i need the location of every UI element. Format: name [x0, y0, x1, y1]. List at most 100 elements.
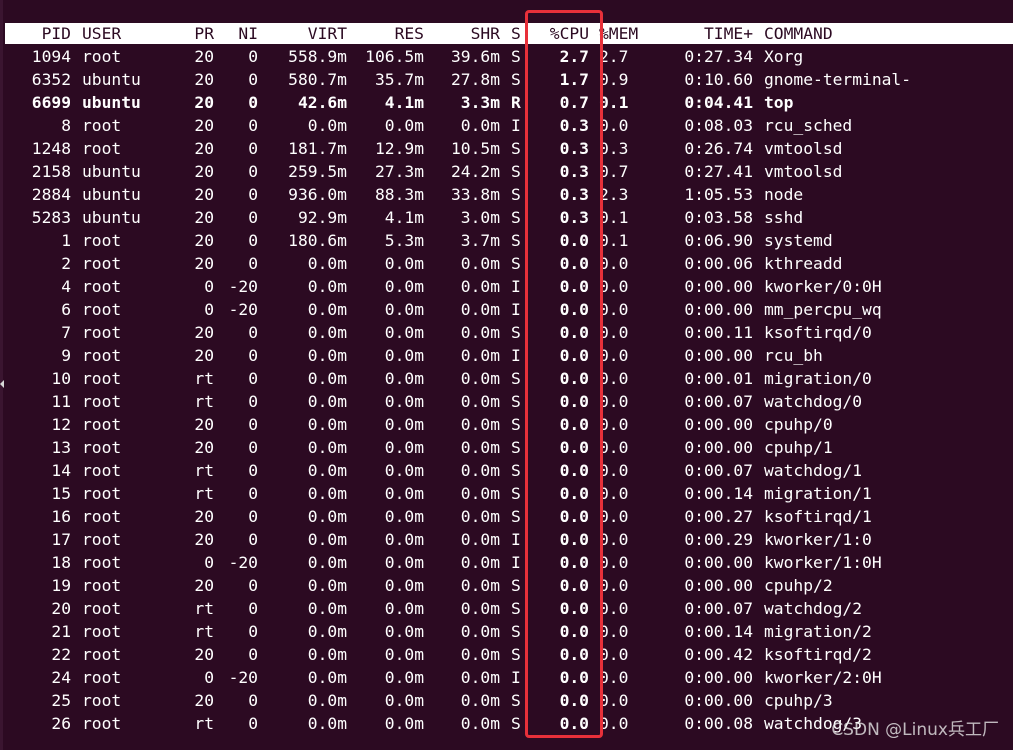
process-pid: 16: [51, 507, 71, 526]
process-mem: 0.0: [599, 484, 629, 503]
process-row: 17 root 20 0 0.0m 0.0m 0.0m I 0.0 0.0 0:00.29 kwork…: [5, 528, 1013, 551]
process-virt: 0.0m: [307, 415, 347, 434]
process-nice: 0: [248, 116, 258, 135]
process-res: 0.0m: [384, 415, 424, 434]
process-virt: 580.7m: [288, 70, 347, 89]
process-shr: 27.8m: [450, 70, 500, 89]
process-nice: 0: [248, 369, 258, 388]
process-res: 0.0m: [384, 507, 424, 526]
process-user: root: [82, 116, 122, 135]
process-user: root: [82, 645, 122, 664]
process-cpu: 0.3: [559, 208, 589, 227]
process-res: 0.0m: [384, 369, 424, 388]
process-pid: 2884: [31, 185, 71, 204]
process-time: 0:00.00: [684, 668, 753, 687]
process-priority: 20: [194, 185, 214, 204]
process-virt: 0.0m: [307, 714, 347, 733]
process-shr: 0.0m: [460, 415, 500, 434]
process-row: 16 root 20 0 0.0m 0.0m 0.0m S 0.0 0.0 0:00.27 ksoft…: [5, 505, 1013, 528]
process-pid: 15: [51, 484, 71, 503]
process-priority: rt: [194, 714, 214, 733]
process-nice: 0: [248, 645, 258, 664]
process-shr: 0.0m: [460, 714, 500, 733]
process-pid: 7: [61, 323, 71, 342]
process-row: 15 root rt 0 0.0m 0.0m 0.0m S 0.0 0.0 0:00.14 migra…: [5, 482, 1013, 505]
process-user: ubuntu: [82, 208, 141, 227]
process-shr: 0.0m: [460, 691, 500, 710]
process-priority: rt: [194, 622, 214, 641]
process-res: 0.0m: [384, 300, 424, 319]
process-row: 13 root 20 0 0.0m 0.0m 0.0m S 0.0 0.0 0:00.00 cpuhp…: [5, 436, 1013, 459]
process-command: node: [764, 185, 804, 204]
process-nice: 0: [248, 162, 258, 181]
process-res: 0.0m: [384, 461, 424, 480]
process-table-header: PID USER PR NI VIRT RES SHR S %CPU %MEM …: [5, 23, 1013, 44]
process-time: 0:00.42: [684, 645, 753, 664]
process-command: vmtoolsd: [764, 139, 843, 158]
process-cpu: 0.0: [559, 599, 589, 618]
process-state: S: [511, 438, 521, 457]
process-command: top: [764, 93, 794, 112]
process-time: 0:00.07: [684, 392, 753, 411]
process-shr: 33.8m: [450, 185, 500, 204]
process-virt: 0.0m: [307, 691, 347, 710]
process-time: 0:00.29: [684, 530, 753, 549]
process-user: root: [82, 622, 122, 641]
process-row: 11 root rt 0 0.0m 0.0m 0.0m S 0.0 0.0 0:00.07 watch…: [5, 390, 1013, 413]
process-user: root: [82, 323, 122, 342]
process-time: 0:00.00: [684, 415, 753, 434]
process-cpu: 0.0: [559, 576, 589, 595]
process-nice: 0: [248, 185, 258, 204]
column-header-ni: NI: [238, 24, 258, 43]
process-time: 0:00.14: [684, 622, 753, 641]
process-pid: 21: [51, 622, 71, 641]
process-user: ubuntu: [82, 93, 141, 112]
process-row: 1248 root 20 0 181.7m 12.9m 10.5m S 0.3 0.3 0:26.7…: [5, 137, 1013, 160]
process-user: root: [82, 139, 122, 158]
process-pid: 1094: [31, 47, 71, 66]
process-state: I: [511, 277, 521, 296]
process-cpu: 0.0: [559, 484, 589, 503]
process-nice: 0: [248, 415, 258, 434]
process-command: Xorg: [764, 47, 804, 66]
process-time: 0:00.00: [684, 553, 753, 572]
process-user: root: [82, 507, 122, 526]
process-shr: 0.0m: [460, 300, 500, 319]
process-mem: 0.0: [599, 461, 629, 480]
process-cpu: 0.0: [559, 714, 589, 733]
process-virt: 0.0m: [307, 369, 347, 388]
process-row: 22 root 20 0 0.0m 0.0m 0.0m S 0.0 0.0 0:00.42 ksoft…: [5, 643, 1013, 666]
process-res: 0.0m: [384, 599, 424, 618]
process-cpu: 0.0: [559, 392, 589, 411]
process-command: kworker/2:0H: [764, 668, 882, 687]
process-row: 6 root 0 -20 0.0m 0.0m 0.0m I 0.0 0.0 0:00.00 mm_pe…: [5, 298, 1013, 321]
process-time: 0:00.11: [684, 323, 753, 342]
process-res: 0.0m: [384, 484, 424, 503]
process-time: 0:04.41: [684, 93, 753, 112]
process-row: 9 root 20 0 0.0m 0.0m 0.0m I 0.0 0.0 0:00.00 rcu_bh: [5, 344, 1013, 367]
process-user: root: [82, 576, 122, 595]
process-mem: 0.3: [599, 139, 629, 158]
process-command: cpuhp/3: [764, 691, 833, 710]
process-res: 0.0m: [384, 622, 424, 641]
process-row: 12 root 20 0 0.0m 0.0m 0.0m S 0.0 0.0 0:00.00 cpuhp…: [5, 413, 1013, 436]
process-time: 0:00.00: [684, 277, 753, 296]
process-priority: rt: [194, 392, 214, 411]
process-time: 0:00.01: [684, 369, 753, 388]
process-mem: 0.0: [599, 323, 629, 342]
process-cpu: 0.0: [559, 530, 589, 549]
process-pid: 19: [51, 576, 71, 595]
process-virt: 0.0m: [307, 668, 347, 687]
process-state: S: [511, 645, 521, 664]
process-res: 5.3m: [384, 231, 424, 250]
process-command: cpuhp/1: [764, 438, 833, 457]
process-shr: 24.2m: [450, 162, 500, 181]
process-state: S: [511, 691, 521, 710]
terminal-window[interactable]: PID USER PR NI VIRT RES SHR S %CPU %MEM …: [0, 0, 1013, 750]
process-time: 1:05.53: [684, 185, 753, 204]
process-nice: -20: [228, 668, 258, 687]
process-virt: 180.6m: [288, 231, 347, 250]
process-state: S: [511, 185, 521, 204]
process-cpu: 0.0: [559, 553, 589, 572]
process-row: 5283 ubuntu 20 0 92.9m 4.1m 3.0m S 0.3 0.1 0:03.58…: [5, 206, 1013, 229]
